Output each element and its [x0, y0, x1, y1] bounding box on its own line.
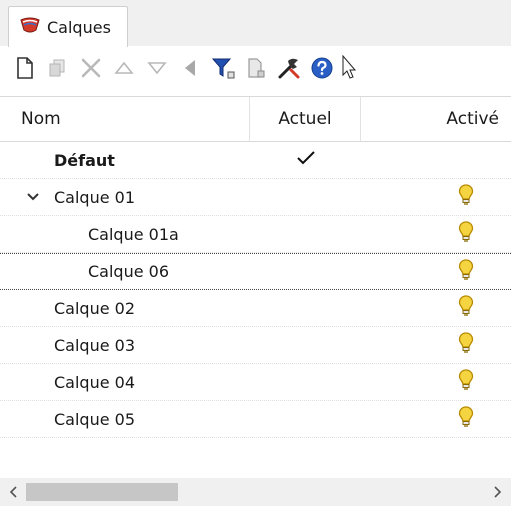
lightbulb-icon[interactable] [458, 258, 474, 285]
layer-name-cell[interactable]: Calque 04 [0, 373, 250, 392]
filter-button[interactable] [210, 55, 236, 81]
chevron-down-icon[interactable] [26, 192, 54, 202]
layers-grid: Nom Actuel Activé Défaut Calque 01 Calque … [0, 96, 511, 476]
lightbulb-icon[interactable] [458, 369, 474, 395]
layer-name: Calque 05 [54, 409, 136, 429]
layer-name-cell[interactable]: Calque 06 [0, 262, 250, 281]
layer-name-cell[interactable]: Calque 03 [0, 336, 250, 355]
new-layer-icon [17, 57, 33, 79]
layer-current-cell[interactable] [250, 150, 361, 170]
layer-name: Calque 01a [88, 224, 179, 244]
layer-name-cell[interactable]: Calque 05 [0, 410, 250, 429]
layer-name: Calque 03 [54, 335, 136, 355]
chevron-left-icon [9, 486, 17, 498]
new-layer-button[interactable] [12, 55, 38, 81]
delete-icon [81, 58, 101, 78]
new-sublayer-icon [49, 59, 65, 77]
tools-button[interactable] [276, 55, 302, 81]
move-down-icon [147, 62, 167, 75]
move-out-button[interactable] [177, 55, 203, 81]
layer-name-cell[interactable]: Calque 02 [0, 299, 250, 318]
layer-on-cell[interactable] [361, 406, 511, 432]
layer-name-cell[interactable]: Défaut [0, 151, 250, 170]
lightbulb-icon[interactable] [458, 221, 474, 247]
layer-name: Défaut [54, 150, 115, 170]
layer-row[interactable]: Calque 01a [0, 216, 511, 253]
layer-row[interactable]: Calque 02 [0, 290, 511, 327]
checkmark-icon [296, 150, 316, 170]
layer-row[interactable]: Calque 01 [0, 179, 511, 216]
tab-label: Calques [47, 17, 111, 37]
move-out-icon [185, 60, 195, 76]
scroll-thumb[interactable] [26, 483, 178, 501]
layer-on-cell[interactable] [361, 295, 511, 321]
layers-icon [19, 16, 41, 38]
cursor-icon [342, 55, 356, 81]
layer-row[interactable]: Calque 04 [0, 364, 511, 401]
scroll-right-button[interactable] [487, 482, 507, 502]
horizontal-scrollbar[interactable] [0, 478, 511, 506]
move-down-button[interactable] [144, 55, 170, 81]
layer-name: Calque 04 [54, 372, 136, 392]
layer-on-cell[interactable] [361, 332, 511, 358]
new-sublayer-button[interactable] [45, 55, 71, 81]
lightbulb-icon[interactable] [458, 332, 474, 358]
layer-name: Calque 06 [88, 262, 170, 281]
filter-icon [211, 58, 235, 79]
layer-on-cell[interactable] [361, 369, 511, 395]
layer-row[interactable]: Calque 03 [0, 327, 511, 364]
tab-calques[interactable]: Calques [8, 6, 128, 47]
layer-name-cell[interactable]: Calque 01 [0, 188, 250, 207]
tab-strip: Calques [0, 0, 511, 47]
help-button[interactable] [309, 55, 335, 81]
copy-icon [248, 58, 265, 78]
layer-on-cell[interactable] [361, 258, 511, 285]
column-header-name[interactable]: Nom [0, 97, 250, 141]
move-up-icon [114, 61, 134, 74]
layer-name-cell[interactable]: Calque 01a [0, 225, 250, 244]
column-header-current[interactable]: Actuel [250, 97, 361, 141]
lightbulb-icon[interactable] [458, 184, 474, 210]
layer-row[interactable]: Calque 05 [0, 401, 511, 438]
layer-rows: Défaut Calque 01 Calque 01a Calque 06 Calque… [0, 142, 511, 438]
layer-row[interactable]: Défaut [0, 142, 511, 179]
column-header-on[interactable]: Activé [361, 97, 511, 141]
layer-on-cell[interactable] [361, 221, 511, 247]
layer-toolbar [0, 47, 511, 89]
move-up-button[interactable] [111, 55, 137, 81]
layer-name: Calque 02 [54, 298, 136, 318]
lightbulb-icon[interactable] [458, 406, 474, 432]
copy-button[interactable] [243, 55, 269, 81]
help-icon [311, 57, 333, 79]
tools-icon [278, 58, 300, 79]
grid-header: Nom Actuel Activé [0, 97, 511, 142]
scroll-left-button[interactable] [4, 482, 24, 502]
layer-name: Calque 01 [54, 187, 136, 207]
layer-row[interactable]: Calque 06 [0, 253, 511, 290]
delete-button[interactable] [78, 55, 104, 81]
chevron-right-icon [494, 486, 502, 498]
lightbulb-icon[interactable] [458, 295, 474, 321]
layer-on-cell[interactable] [361, 184, 511, 210]
